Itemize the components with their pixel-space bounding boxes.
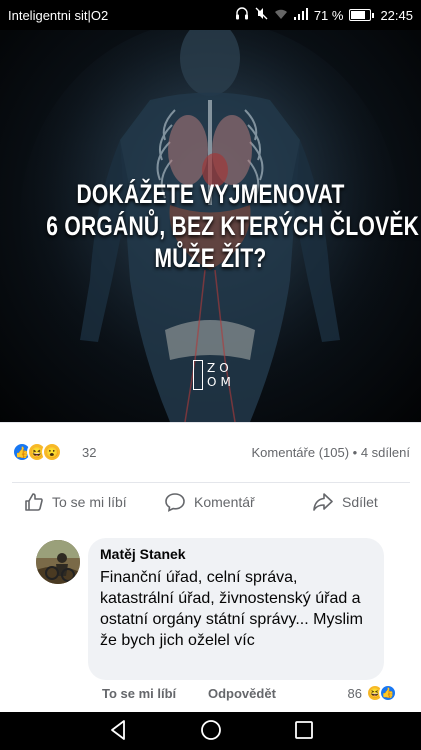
zoom-logo-text: ZO OM <box>207 361 235 389</box>
status-icons: 71 % 22:45 <box>235 7 413 23</box>
comment-icon <box>165 493 185 512</box>
reaction-count[interactable]: 32 <box>82 445 96 460</box>
wifi-icon <box>274 8 288 23</box>
title-line-3: MŮŽE ŽÍT? <box>154 243 267 273</box>
wow-reaction-icon: 😮 <box>42 442 62 462</box>
thumbs-up-icon <box>25 493 43 511</box>
like-button[interactable]: To se mi líbí <box>24 492 127 512</box>
share-button[interactable]: Sdílet <box>312 492 378 512</box>
stats-separator: • <box>349 445 361 460</box>
share-button-label: Sdílet <box>342 494 378 510</box>
signal-icon <box>293 7 308 23</box>
carrier-name: Inteligentni sit|O2 <box>8 8 109 23</box>
share-icon <box>313 493 333 511</box>
zoom-logo-mark <box>193 360 203 390</box>
reaction-summary[interactable]: 👍 😆 😮 <box>12 442 62 462</box>
clock: 22:45 <box>380 7 413 23</box>
like-button-label: To se mi líbí <box>52 494 127 510</box>
avatar[interactable] <box>36 540 80 584</box>
title-line-2: 6 ORGÁNŮ, BEZ KTERÝCH ČLOVĚK <box>46 211 420 241</box>
shares-count[interactable]: 4 sdílení <box>361 445 410 460</box>
comments-count[interactable]: Komentáře (105) <box>252 445 350 460</box>
comment-author[interactable]: Matěj Stanek <box>100 546 372 562</box>
headphones-icon <box>235 7 249 23</box>
zoom-logo: ZO OM <box>193 360 235 390</box>
like-reaction-icon: 👍 <box>379 684 397 702</box>
battery-icon <box>349 9 375 21</box>
avatar-photo <box>36 540 80 584</box>
comment-reply-button[interactable]: Odpovědět <box>208 686 276 701</box>
divider <box>12 482 410 483</box>
post-card: 👍 😆 😮 32 Komentáře (105) • 4 sdílení To … <box>0 422 421 712</box>
card-top-border <box>0 422 421 423</box>
mute-icon <box>255 7 268 23</box>
post-image-title: DOKÁŽETE VYJMENOVAT 6 ORGÁNŮ, BEZ KTERÝC… <box>46 178 420 274</box>
comment-button[interactable]: Komentář <box>164 492 255 512</box>
post-actions: To se mi líbí Komentář Sdílet <box>0 484 421 524</box>
comment-reaction-count: 86 <box>347 685 362 701</box>
navigation-bar <box>0 712 421 750</box>
post-stats: Komentáře (105) • 4 sdílení <box>252 445 411 460</box>
comment-text: Finanční úřad, celní správa, katastrální… <box>100 569 363 649</box>
comment-bubble[interactable]: Matěj Stanek Finanční úřad, celní správa… <box>88 538 384 680</box>
title-line-1: DOKÁŽETE VYJMENOVAT <box>76 179 345 209</box>
post-image[interactable]: DOKÁŽETE VYJMENOVAT 6 ORGÁNŮ, BEZ KTERÝC… <box>0 30 421 422</box>
comment-like-button[interactable]: To se mi líbí <box>102 686 176 701</box>
status-bar: Inteligentni sit|O2 71 % 22:45 <box>0 0 421 30</box>
back-icon[interactable] <box>108 718 128 742</box>
battery-percent: 71 % <box>313 7 344 23</box>
reactions-row: 👍 😆 😮 32 Komentáře (105) • 4 sdílení <box>12 442 410 464</box>
comment-reactions[interactable]: 86 😆 👍 <box>347 684 397 702</box>
home-icon[interactable] <box>199 718 223 742</box>
recent-apps-icon[interactable] <box>293 718 315 742</box>
comment-button-label: Komentář <box>194 494 255 510</box>
